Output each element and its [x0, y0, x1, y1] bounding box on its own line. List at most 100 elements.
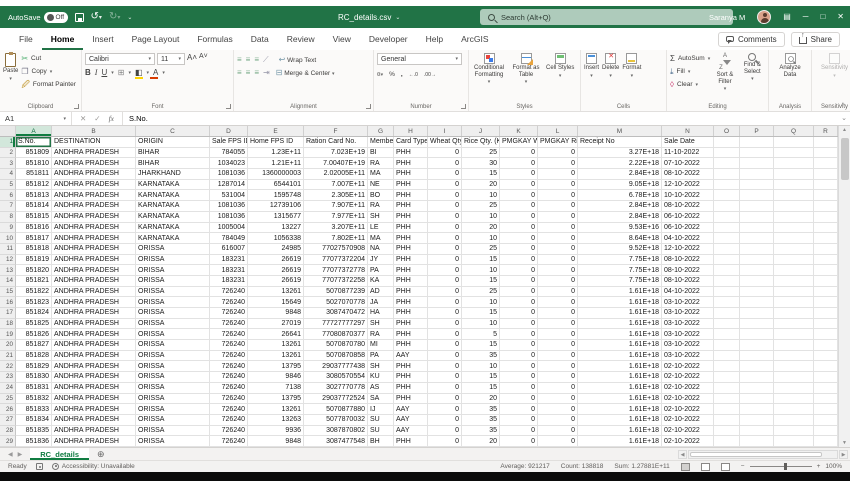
row-header-9[interactable]: 9 [0, 222, 16, 234]
cell-F3[interactable]: 7.00407E+19 [304, 158, 368, 170]
autosum-button[interactable]: Σ AutoSum ▾ [670, 53, 710, 64]
cell-P21[interactable] [740, 350, 774, 362]
cell-R9[interactable] [814, 222, 838, 234]
cell-D14[interactable]: 183231 [210, 275, 248, 287]
font-color-button[interactable]: A [150, 68, 159, 79]
cell-L5[interactable]: 0 [538, 179, 578, 191]
cell-F13[interactable]: 77077372778 [304, 265, 368, 276]
cell-A16[interactable]: 851823 [16, 297, 52, 308]
cell-J4[interactable]: 15 [462, 169, 500, 180]
col-header-M[interactable]: M [578, 126, 662, 136]
fill-button[interactable]: ⤓ Fill ▾ [670, 66, 710, 77]
underline-button[interactable]: U [101, 68, 107, 77]
cell-B15[interactable]: ANDHRA PRADESH [52, 286, 136, 298]
cell-N15[interactable]: 04-10-2022 [662, 286, 714, 298]
cell-M10[interactable]: 8.64E+18 [578, 233, 662, 244]
cell-M12[interactable]: 7.75E+18 [578, 254, 662, 266]
cell-R24[interactable] [814, 382, 838, 394]
cell-M28[interactable]: 1.61E+18 [578, 425, 662, 437]
cell-H6[interactable]: PHH [394, 190, 428, 202]
cell-L10[interactable]: 0 [538, 233, 578, 244]
cell-D23[interactable]: 726240 [210, 372, 248, 383]
cell-Q28[interactable] [774, 425, 814, 437]
cell-J22[interactable]: 10 [462, 361, 500, 373]
cell-G14[interactable]: KA [368, 275, 394, 287]
cell-G13[interactable]: PA [368, 265, 394, 276]
cell-H5[interactable]: PHH [394, 179, 428, 191]
cell-H16[interactable]: PHH [394, 297, 428, 308]
copy-button[interactable]: ❐ Copy ▾ [21, 66, 76, 77]
cell-A20[interactable]: 851827 [16, 340, 52, 351]
cell-O19[interactable] [714, 329, 740, 341]
cell-A29[interactable]: 851836 [16, 436, 52, 447]
cell-B4[interactable]: ANDHRA PRADESH [52, 169, 136, 180]
cell-R2[interactable] [814, 147, 838, 159]
cell-A7[interactable]: 851814 [16, 201, 52, 212]
document-title[interactable]: RC_details.csv ⌄ [338, 6, 400, 28]
cell-E20[interactable]: 13261 [248, 340, 304, 351]
cell-N17[interactable]: 03-10-2022 [662, 308, 714, 319]
font-size-select[interactable]: 11 ▾ [157, 53, 185, 65]
cell-Q3[interactable] [774, 158, 814, 170]
cell-J13[interactable]: 10 [462, 265, 500, 276]
cell-M24[interactable]: 1.61E+18 [578, 382, 662, 394]
wrap-text-button[interactable]: ↩ Wrap Text [279, 55, 317, 64]
cell-B12[interactable]: ANDHRA PRADESH [52, 254, 136, 266]
cell-P27[interactable] [740, 414, 774, 426]
row-header-18[interactable]: 18 [0, 318, 16, 330]
cell-I27[interactable]: 0 [428, 414, 462, 426]
scroll-down-icon[interactable]: ▼ [839, 440, 850, 446]
cell-K25[interactable]: 0 [500, 393, 538, 405]
orientation-icon[interactable]: ⟋ [263, 55, 269, 65]
cell-D12[interactable]: 183231 [210, 254, 248, 266]
row-header-21[interactable]: 21 [0, 350, 16, 362]
col-header-I[interactable]: I [428, 126, 462, 136]
cell-M29[interactable]: 1.61E+18 [578, 436, 662, 447]
comma-format-button[interactable]: , [401, 71, 403, 78]
cell-H14[interactable]: PHH [394, 275, 428, 287]
cell-A9[interactable]: 851816 [16, 222, 52, 234]
scroll-left-icon[interactable]: ◀ [678, 450, 687, 459]
cell-Q13[interactable] [774, 265, 814, 276]
cell-A27[interactable]: 851834 [16, 414, 52, 426]
cell-N4[interactable]: 08-10-2022 [662, 169, 714, 180]
cell-D1[interactable]: Sale FPS ID [210, 137, 248, 148]
cell-H2[interactable]: PHH [394, 147, 428, 159]
cell-K20[interactable]: 0 [500, 340, 538, 351]
cell-L18[interactable]: 0 [538, 318, 578, 330]
col-header-N[interactable]: N [662, 126, 714, 136]
cell-D29[interactable]: 726240 [210, 436, 248, 447]
col-header-C[interactable]: C [136, 126, 210, 136]
col-header-B[interactable]: B [52, 126, 136, 136]
cell-Q25[interactable] [774, 393, 814, 405]
cell-J25[interactable]: 20 [462, 393, 500, 405]
cell-H22[interactable]: PHH [394, 361, 428, 373]
avatar[interactable] [757, 10, 772, 24]
cell-R14[interactable] [814, 275, 838, 287]
cell-I15[interactable]: 0 [428, 286, 462, 298]
cell-A18[interactable]: 851825 [16, 318, 52, 330]
cell-K15[interactable]: 0 [500, 286, 538, 298]
cell-M27[interactable]: 1.61E+18 [578, 414, 662, 426]
cell-R25[interactable] [814, 393, 838, 405]
cell-E24[interactable]: 7138 [248, 382, 304, 394]
cell-J26[interactable]: 35 [462, 404, 500, 415]
cell-R16[interactable] [814, 297, 838, 308]
cell-B10[interactable]: ANDHRA PRADESH [52, 233, 136, 244]
cell-Q17[interactable] [774, 308, 814, 319]
row-header-8[interactable]: 8 [0, 211, 16, 223]
cell-O5[interactable] [714, 179, 740, 191]
cell-J15[interactable]: 25 [462, 286, 500, 298]
cell-L20[interactable]: 0 [538, 340, 578, 351]
cell-K19[interactable]: 0 [500, 329, 538, 341]
cell-C27[interactable]: ORISSA [136, 414, 210, 426]
col-header-O[interactable]: O [714, 126, 740, 136]
cell-A15[interactable]: 851822 [16, 286, 52, 298]
ribbon-display-icon[interactable]: ▤ [783, 13, 791, 21]
undo-button[interactable]: ↺▾ [91, 11, 102, 23]
cell-C19[interactable]: ORISSA [136, 329, 210, 341]
cell-Q15[interactable] [774, 286, 814, 298]
cell-H8[interactable]: PHH [394, 211, 428, 223]
cell-B17[interactable]: ANDHRA PRADESH [52, 308, 136, 319]
cell-K28[interactable]: 0 [500, 425, 538, 437]
